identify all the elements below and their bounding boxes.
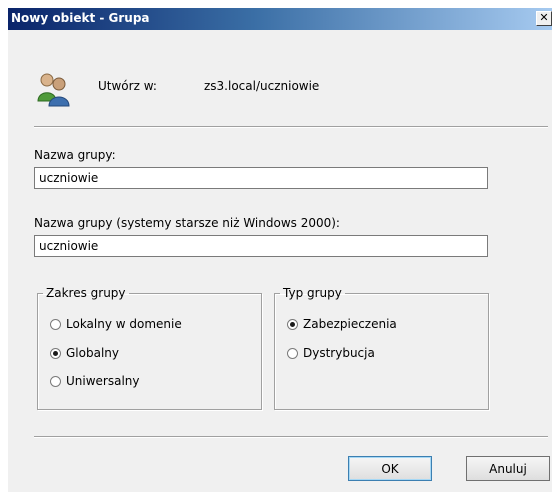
scope-radio-domain-local[interactable]: Lokalny w domenie — [50, 317, 182, 331]
top-separator — [34, 126, 548, 128]
radio-indicator — [50, 375, 61, 387]
cancel-button[interactable]: Anuluj — [466, 456, 550, 481]
close-icon: ✕ — [539, 11, 549, 24]
dialog-window: Nowy obiekt - Grupa ✕ Utwórz w: zs3.loca… — [8, 8, 552, 492]
bottom-separator — [34, 436, 548, 438]
create-in-label: Utwórz w: — [98, 79, 157, 93]
radio-indicator — [287, 347, 298, 359]
create-in-path: zs3.local/uczniowie — [204, 79, 320, 93]
scope-radio-global[interactable]: Globalny — [50, 346, 119, 360]
title-bar[interactable]: Nowy obiekt - Grupa ✕ — [8, 8, 552, 30]
legacy-group-name-label: Nazwa grupy (systemy starsze niż Windows… — [34, 216, 340, 230]
type-option-label: Dystrybucja — [303, 346, 375, 360]
radio-indicator — [287, 318, 298, 330]
window-title: Nowy obiekt - Grupa — [11, 11, 150, 25]
type-radio-distribution[interactable]: Dystrybucja — [287, 346, 375, 360]
group-name-input[interactable] — [34, 167, 488, 189]
radio-indicator — [50, 347, 61, 359]
scope-radio-universal[interactable]: Uniwersalny — [50, 374, 140, 388]
group-type-legend: Typ grupy — [283, 286, 342, 300]
group-scope-legend: Zakres grupy — [46, 286, 126, 300]
scope-option-label: Globalny — [66, 346, 119, 360]
ok-button[interactable]: OK — [348, 456, 432, 481]
legacy-group-name-input[interactable] — [34, 235, 488, 257]
type-option-label: Zabezpieczenia — [303, 317, 397, 331]
radio-indicator — [50, 318, 61, 330]
scope-option-label: Uniwersalny — [66, 374, 140, 388]
group-users-icon — [37, 73, 70, 107]
group-name-label: Nazwa grupy: — [34, 148, 116, 162]
scope-option-label: Lokalny w domenie — [66, 317, 182, 331]
close-button[interactable]: ✕ — [536, 11, 552, 26]
type-radio-security[interactable]: Zabezpieczenia — [287, 317, 397, 331]
